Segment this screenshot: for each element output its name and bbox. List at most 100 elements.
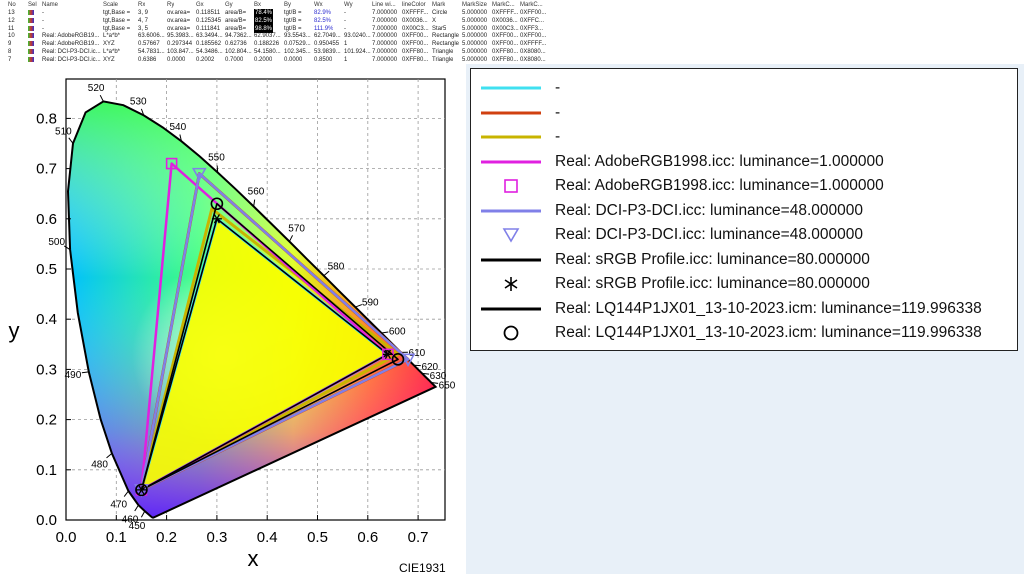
table-row[interactable]: 8 Real: DCI-P3-DCI.ic... L*a*b* 54.7831... 1… bbox=[0, 48, 1024, 56]
table-cell: Rectangle bbox=[432, 33, 460, 40]
table-cell: 0XFF80... bbox=[402, 56, 429, 63]
legend-item[interactable]: Real: LQ144P1JX01_13-10-2023.icm: lumina… bbox=[471, 297, 1017, 321]
legend-line-icon bbox=[481, 258, 541, 261]
legend-label: Real: LQ144P1JX01_13-10-2023.icm: lumina… bbox=[555, 324, 982, 341]
legend-item[interactable]: - bbox=[471, 76, 1017, 100]
column-header: Scale bbox=[103, 2, 119, 8]
legend-label: Real: LQ144P1JX01_13-10-2023.icm: lumina… bbox=[555, 299, 982, 317]
table-cell: tgt,Base = bbox=[103, 25, 131, 32]
table-cell: 0.950455 bbox=[314, 41, 340, 48]
cie-chromaticity-chart: 4504604704804905005105205305405505605705… bbox=[9, 78, 456, 574]
table-cell: 7.000000 bbox=[372, 49, 398, 55]
table-cell: L*a*b* bbox=[103, 49, 121, 55]
table-cell: - bbox=[42, 17, 44, 24]
column-header: MarkSize bbox=[462, 2, 488, 8]
column-header: No bbox=[8, 2, 16, 8]
table-cell: 3, 9 bbox=[138, 10, 149, 16]
table-cell: tgt/B = bbox=[284, 25, 302, 32]
row-type-icon bbox=[28, 48, 34, 56]
table-cell: area/B= bbox=[225, 17, 247, 24]
legend-triangle-icon bbox=[502, 228, 520, 243]
wavelength-label: 600 bbox=[389, 327, 406, 338]
legend-label: Real: DCI-P3-DCI.icc: luminance=48.00000… bbox=[555, 201, 863, 219]
table-cell: 5.000000 bbox=[462, 56, 488, 63]
table-cell: Triangle bbox=[432, 49, 454, 55]
table-row[interactable]: 13 - tgt,Base = 3, 9 ov.area= 0.118511 area/B=… bbox=[0, 9, 1024, 17]
table-cell: 5.000000 bbox=[462, 33, 488, 40]
table-row[interactable]: 7 Real: DCI-P3-DCI.ic... XYZ 0.6386 0.0000 0.… bbox=[0, 56, 1024, 64]
table-cell: Triangle bbox=[432, 56, 454, 63]
wavelength-label: 510 bbox=[55, 127, 72, 138]
legend-label: Real: DCI-P3-DCI.icc: luminance=48.00000… bbox=[555, 226, 863, 243]
legend-label: - bbox=[555, 128, 561, 145]
legend-line-icon bbox=[481, 111, 541, 114]
table-cell: 12 bbox=[8, 17, 15, 24]
table-cell: 0.2000 bbox=[254, 56, 273, 63]
table-row[interactable]: 11 - tgt,Base = 3, 5 ov.area= 0.111841 area/B=… bbox=[0, 24, 1024, 33]
table-row[interactable]: 10 Real: AdobeRGB19... L*a*b* 63.6006... 95.… bbox=[0, 32, 1024, 40]
table-row[interactable]: 9 Real: AdobeRGB19... XYZ 0.57667 0.297344 0.… bbox=[0, 40, 1024, 48]
table-cell: 0.125345 bbox=[196, 17, 222, 24]
table-cell: 5.000000 bbox=[462, 17, 488, 24]
legend-line-icon bbox=[481, 135, 541, 139]
table-cell: 0XFFC... bbox=[520, 17, 545, 24]
table-cell: 5.000000 bbox=[462, 10, 488, 16]
table-cell: 54.1580... bbox=[254, 49, 281, 55]
table-row[interactable]: 12 - tgt,Base = 4, 7 ov.area= 0.125345 area/B=… bbox=[0, 16, 1024, 25]
table-cell: Circle bbox=[432, 10, 448, 16]
legend-square-icon bbox=[504, 179, 518, 193]
legend-item[interactable]: Real: DCI-P3-DCI.icc: luminance=48.00000… bbox=[471, 199, 1017, 223]
table-cell: 0.111841 bbox=[196, 25, 221, 32]
table-cell: 5.000000 bbox=[462, 49, 488, 55]
wavelength-label: 560 bbox=[248, 187, 265, 198]
wavelength-label: 480 bbox=[91, 460, 108, 471]
legend-asterisk-icon bbox=[504, 277, 518, 291]
table-cell: tgt,Base = bbox=[103, 17, 131, 24]
y-tick-label: 0.7 bbox=[36, 161, 57, 178]
table-cell: 53.9839... bbox=[314, 49, 341, 55]
table-cell: 103.847... bbox=[167, 49, 194, 55]
column-header: MarkC... bbox=[492, 2, 515, 8]
table-cell: 93.0240... bbox=[344, 33, 371, 40]
table-cell: tgt/B = bbox=[284, 17, 302, 24]
table-cell: 9 bbox=[8, 41, 12, 48]
table-cell: 4, 7 bbox=[138, 17, 149, 24]
table-cell: 0.57667 bbox=[138, 41, 160, 48]
legend-item[interactable]: Real: AdobeRGB1998.icc: luminance=1.0000… bbox=[471, 150, 1017, 174]
y-tick-label: 0.5 bbox=[36, 261, 57, 278]
legend-circle-icon bbox=[503, 325, 519, 341]
table-cell: 0X0036... bbox=[492, 17, 518, 24]
row-type-icon bbox=[28, 9, 34, 17]
legend-item[interactable]: - bbox=[471, 125, 1017, 149]
x-tick-label: 0.1 bbox=[106, 529, 127, 546]
table-cell: 7.000000 bbox=[372, 17, 398, 24]
wavelength-label: 590 bbox=[362, 297, 379, 308]
table-cell: Rectangle bbox=[432, 41, 460, 48]
legend-label: - bbox=[555, 79, 561, 96]
table-cell: - bbox=[42, 25, 44, 32]
legend-item[interactable]: Real: sRGB Profile.icc: luminance=80.000… bbox=[471, 248, 1017, 272]
x-tick-label: 0.7 bbox=[408, 529, 429, 546]
chart-legend: - - - Real: AdobeRGB1998.icc: luminance=1.0… bbox=[470, 68, 1018, 351]
x-tick-label: 0.4 bbox=[257, 529, 278, 546]
legend-item[interactable]: Real: LQ144P1JX01_13-10-2023.icm: lumina… bbox=[471, 321, 1017, 345]
legend-item[interactable]: Real: sRGB Profile.icc: luminance=80.000… bbox=[471, 272, 1017, 296]
row-type-icon bbox=[28, 40, 34, 48]
table-cell: 102.345... bbox=[284, 49, 311, 55]
table-cell: 1 bbox=[344, 41, 348, 48]
table-cell: 0.297344 bbox=[167, 41, 193, 48]
table-cell: 102.804... bbox=[225, 49, 252, 55]
table-cell: 7.000000 bbox=[372, 10, 398, 16]
x-axis-label: x bbox=[248, 546, 259, 571]
column-header: By bbox=[284, 2, 292, 8]
table-cell: XYZ bbox=[103, 56, 115, 63]
legend-line-icon bbox=[481, 160, 541, 163]
legend-item[interactable]: - bbox=[471, 101, 1017, 125]
table-cell: 82.9% bbox=[314, 10, 332, 16]
chart-caption: CIE1931 bbox=[399, 561, 446, 574]
y-tick-label: 0.4 bbox=[36, 311, 57, 328]
column-header: Gy bbox=[225, 2, 233, 8]
legend-item[interactable]: Real: DCI-P3-DCI.icc: luminance=48.00000… bbox=[471, 223, 1017, 247]
wavelength-label: 540 bbox=[169, 122, 186, 133]
legend-item[interactable]: Real: AdobeRGB1998.icc: luminance=1.0000… bbox=[471, 174, 1017, 198]
